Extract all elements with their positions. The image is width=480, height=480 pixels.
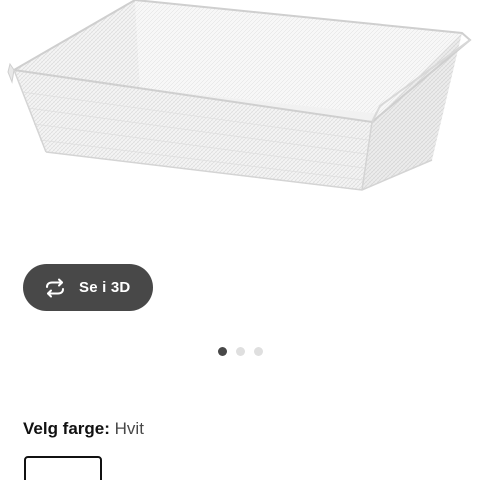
carousel-dots <box>0 347 480 356</box>
carousel-dot-1[interactable] <box>217 347 227 356</box>
product-image[interactable] <box>0 0 480 262</box>
color-swatch-hvit[interactable] <box>24 456 102 480</box>
view-3d-label: Se i 3D <box>79 279 131 296</box>
color-selector-value: Hvit <box>114 419 144 438</box>
color-selector-heading: Velg farge: Hvit <box>23 419 144 439</box>
rotate-3d-icon <box>43 276 67 300</box>
view-3d-button[interactable]: Se i 3D <box>23 264 153 311</box>
carousel-dot-3[interactable] <box>253 347 263 356</box>
color-selector-title: Velg farge: <box>23 419 115 438</box>
carousel-dot-2[interactable] <box>235 347 245 356</box>
product-page: Se i 3D Velg farge: Hvit <box>0 0 480 480</box>
